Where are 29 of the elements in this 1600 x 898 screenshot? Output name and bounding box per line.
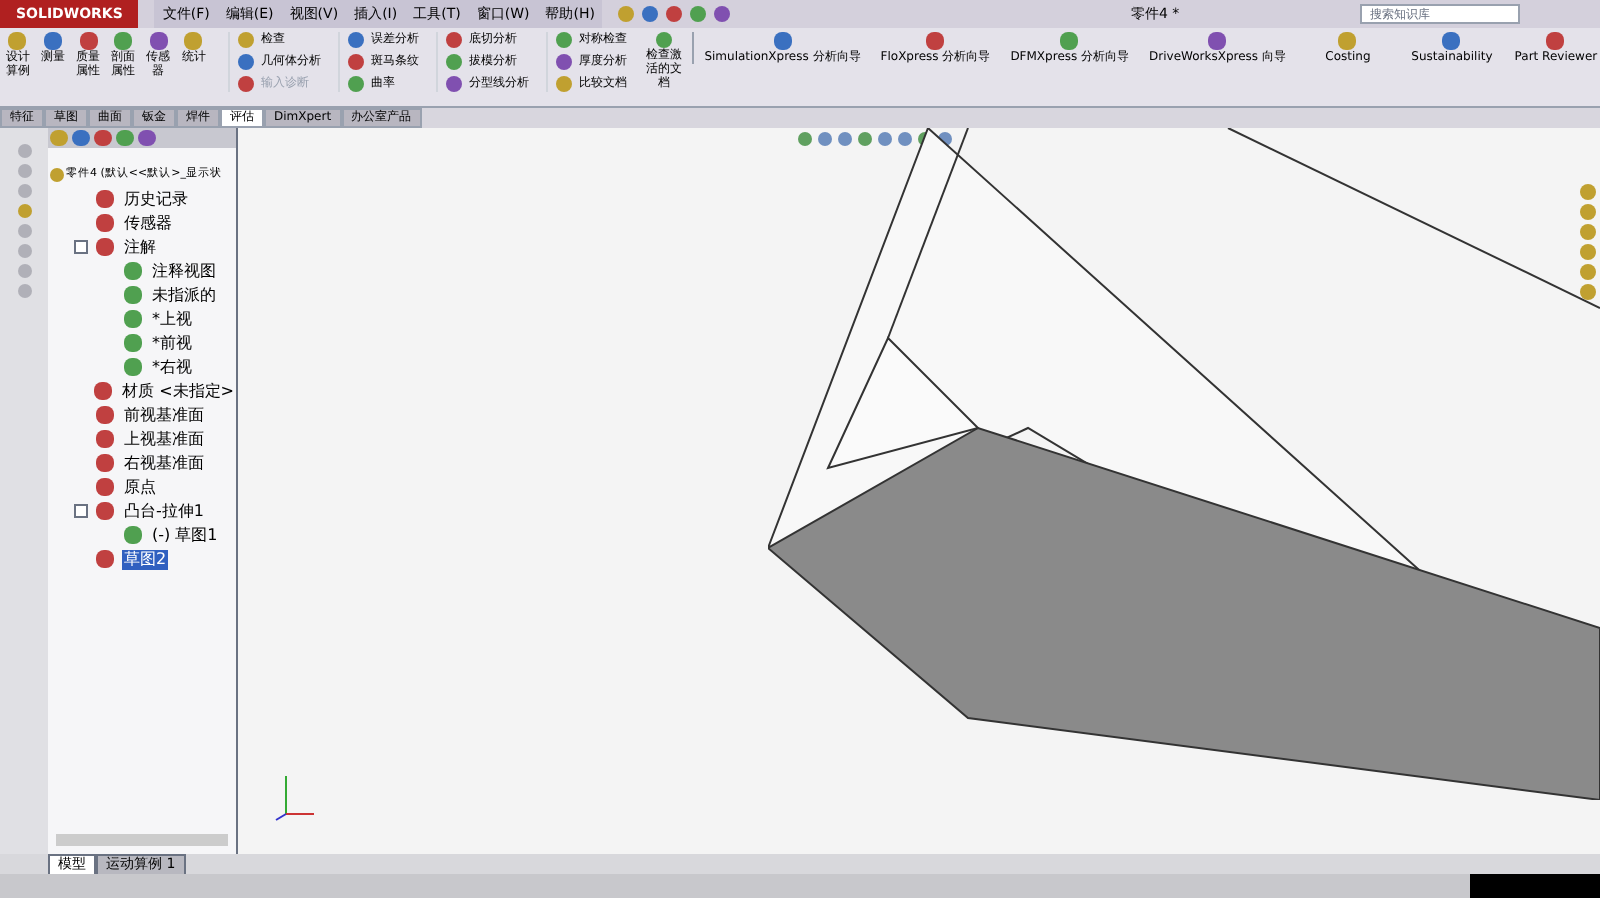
tree-item[interactable]: 原点: [122, 477, 158, 497]
tree-item[interactable]: 前视基准面: [122, 405, 206, 425]
tree-item[interactable]: 传感器: [122, 213, 174, 233]
tree-item[interactable]: *右视: [150, 357, 194, 377]
tool-icon: [1546, 32, 1565, 50]
collapse-toggle[interactable]: [74, 504, 88, 518]
tree-item[interactable]: *前视: [150, 333, 194, 353]
horizontal-scrollbar[interactable]: [56, 834, 228, 846]
tree-item[interactable]: (-) 草图1: [150, 525, 220, 545]
tree-item[interactable]: 草图2: [122, 549, 169, 569]
tree-item[interactable]: 上视基准面: [122, 429, 206, 449]
tool-icon: [1442, 32, 1461, 50]
tree-item[interactable]: 材质 <未指定>: [120, 381, 236, 401]
collapse-toggle[interactable]: [74, 240, 88, 254]
axis-triad-icon: [274, 770, 318, 822]
tool-icon: [1208, 32, 1227, 50]
tool-icon: [773, 32, 792, 50]
tool-icon: [655, 32, 672, 48]
tool-icon: [1338, 32, 1357, 50]
part-icon: [50, 168, 64, 182]
tree-item[interactable]: 注解: [122, 237, 158, 257]
tree-item[interactable]: 凸台-拉伸1: [122, 501, 206, 521]
tree-item[interactable]: 注释视图: [150, 261, 218, 281]
tree-item[interactable]: 右视基准面: [122, 453, 206, 473]
tree-item[interactable]: *上视: [150, 309, 194, 329]
tool-icon: [926, 32, 945, 50]
tree-item[interactable]: 未指派的: [150, 285, 218, 305]
tool-icon: [1060, 32, 1079, 50]
tree-item[interactable]: 历史记录: [122, 189, 190, 209]
